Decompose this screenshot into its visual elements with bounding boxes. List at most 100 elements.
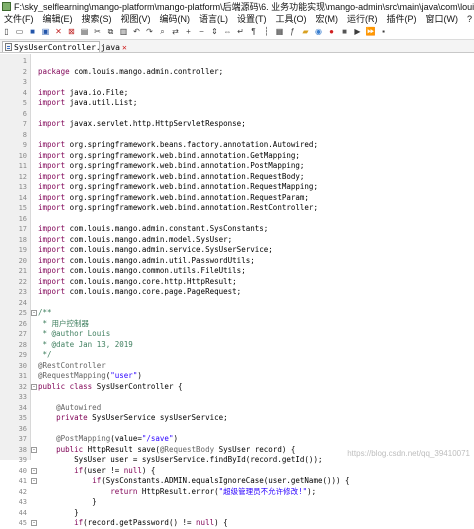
menu-item-3[interactable]: 视图(V) [117, 12, 156, 25]
find-icon[interactable]: ⌕ [157, 27, 168, 38]
code-line[interactable]: 24 [0, 298, 474, 309]
code-token: if [92, 476, 102, 485]
replace-icon[interactable]: ⇄ [170, 27, 181, 38]
menu-item-8[interactable]: 宏(M) [312, 12, 344, 25]
show-all-icon[interactable]: ¶ [248, 27, 259, 38]
file-icon [5, 43, 12, 51]
fold-toggle-icon[interactable]: - [31, 520, 37, 526]
code-line[interactable]: 36 [0, 424, 474, 435]
code-line[interactable]: 26 * 用户控制器 [0, 319, 474, 330]
copy-icon[interactable]: ⧉ [105, 27, 116, 38]
code-line[interactable]: 25-/** [0, 308, 474, 319]
sync-v-icon[interactable]: ⇕ [209, 27, 220, 38]
code-line[interactable]: 19 import com.louis.mango.admin.service.S… [0, 245, 474, 256]
record-icon[interactable]: ● [326, 27, 337, 38]
play-multi-icon[interactable]: ⏩ [365, 27, 376, 38]
close-all-icon[interactable]: ⊠ [66, 27, 77, 38]
tab-sysusercontroller[interactable]: SysUserController.java ✕ [2, 41, 127, 52]
zoom-in-icon[interactable]: + [183, 27, 194, 38]
fold-toggle-icon[interactable]: - [31, 467, 37, 474]
code-line[interactable]: 9 import org.springframework.beans.factor… [0, 140, 474, 151]
code-line[interactable]: 31 @RequestMapping("user") [0, 371, 474, 382]
code-line[interactable]: 42 return HttpResult.error("超级管理员不允许修改!"… [0, 487, 474, 498]
code-line[interactable]: 37 @PostMapping(value="/save") [0, 434, 474, 445]
fold-toggle-icon[interactable]: - [31, 478, 37, 484]
zoom-out-icon[interactable]: − [196, 27, 207, 38]
fold-toggle-icon[interactable]: - [31, 383, 37, 390]
code-line[interactable]: 17 import com.louis.mango.admin.constant.… [0, 224, 474, 235]
code-line[interactable]: 4 import java.io.File; [0, 88, 474, 99]
menu-item-5[interactable]: 语言(L) [195, 12, 233, 25]
code-line[interactable]: 43 } [0, 497, 474, 508]
menu-item-0[interactable]: 文件(F) [0, 12, 39, 25]
code-line[interactable]: 33 [0, 392, 474, 403]
code-line[interactable]: 28 * @date Jan 13, 2019 [0, 340, 474, 351]
fold-toggle-icon[interactable]: - [31, 446, 37, 453]
code-line[interactable]: 40- if(user != null) { [0, 466, 474, 477]
code-line[interactable]: 35 private SysUserService sysUserService… [0, 413, 474, 424]
close-icon[interactable]: ✕ [53, 27, 64, 38]
code-line[interactable]: 29 */ [0, 350, 474, 361]
function-list-icon[interactable]: ƒ [287, 27, 298, 38]
code-line[interactable]: 13 import org.springframework.web.bind.an… [0, 182, 474, 193]
code-line[interactable]: 7 import javax.servlet.http.HttpServletRe… [0, 119, 474, 130]
tab-close-icon[interactable]: ✕ [122, 43, 127, 52]
menu-item-10[interactable]: 插件(P) [383, 12, 422, 25]
code-line[interactable]: 22 import com.louis.mango.core.http.HttpR… [0, 277, 474, 288]
menu-item-7[interactable]: 工具(O) [272, 12, 312, 25]
menu-item-12[interactable]: ? [463, 14, 474, 24]
menu-item-6[interactable]: 设置(T) [233, 12, 272, 25]
code-line[interactable]: 3 [0, 77, 474, 88]
code-line[interactable]: 44 } [0, 508, 474, 519]
line-number: 9 [22, 141, 27, 149]
menu-item-9[interactable]: 运行(R) [343, 12, 383, 25]
menu-item-11[interactable]: 窗口(W) [422, 12, 464, 25]
code-line[interactable]: 18 import com.louis.mango.admin.model.Sys… [0, 235, 474, 246]
code-line[interactable]: 23 import com.louis.mango.core.page.PageR… [0, 287, 474, 298]
code-line[interactable]: 15 import org.springframework.web.bind.an… [0, 203, 474, 214]
play-icon[interactable]: ▶ [352, 27, 363, 38]
code-line[interactable]: 12 import org.springframework.web.bind.an… [0, 172, 474, 183]
undo-icon[interactable]: ↶ [131, 27, 142, 38]
code-line[interactable]: 27 * @author Louis [0, 329, 474, 340]
code-line[interactable]: 32- public class SysUserController { [0, 382, 474, 393]
monitor-icon[interactable]: ◉ [313, 27, 324, 38]
code-line[interactable]: 16 [0, 214, 474, 225]
indent-guide-icon[interactable]: ┆ [261, 27, 272, 38]
code-line[interactable]: 45- if(record.getPassword() != null) { [0, 518, 474, 529]
code-line[interactable]: 8 [0, 130, 474, 141]
paste-icon[interactable]: ▥ [118, 27, 129, 38]
menu-item-4[interactable]: 编码(N) [156, 12, 196, 25]
save-icon[interactable]: ■ [27, 27, 38, 38]
save-all-icon[interactable]: ▣ [40, 27, 51, 38]
code-line[interactable]: 14 import org.springframework.web.bind.an… [0, 193, 474, 204]
code-line[interactable]: 21 import com.louis.mango.common.utils.Fi… [0, 266, 474, 277]
print-icon[interactable]: ▤ [79, 27, 90, 38]
code-line[interactable]: 30 @RestController [0, 361, 474, 372]
code-line[interactable]: 10 import org.springframework.web.bind.an… [0, 151, 474, 162]
code-line[interactable]: 1 [0, 56, 474, 67]
fold-toggle-icon[interactable]: - [31, 310, 37, 316]
open-file-icon[interactable]: ▭ [14, 27, 25, 38]
doc-map-icon[interactable]: ▦ [274, 27, 285, 38]
save-macro-icon[interactable]: ▪ [378, 27, 389, 38]
code-token: ) [173, 434, 178, 443]
code-line[interactable]: 41- if(SysConstants.ADMIN.equalsIgnoreCa… [0, 476, 474, 487]
redo-icon[interactable]: ↷ [144, 27, 155, 38]
code-line[interactable]: 2 package com.louis.mango.admin.controlle… [0, 67, 474, 78]
code-line[interactable]: 11 import org.springframework.web.bind.an… [0, 161, 474, 172]
menu-item-2[interactable]: 搜索(S) [78, 12, 117, 25]
code-line[interactable]: 6 [0, 109, 474, 120]
code-line[interactable]: 5 import java.util.List; [0, 98, 474, 109]
code-editor[interactable]: 1 2 package com.louis.mango.admin.controll… [0, 54, 474, 527]
menu-item-1[interactable]: 编辑(E) [39, 12, 78, 25]
code-line[interactable]: 20 import com.louis.mango.admin.util.Pass… [0, 256, 474, 267]
new-file-icon[interactable]: ▯ [1, 27, 12, 38]
sync-h-icon[interactable]: ⇔ [222, 27, 233, 38]
stop-icon[interactable]: ■ [339, 27, 350, 38]
code-line[interactable]: 34 @Autowired [0, 403, 474, 414]
wrap-icon[interactable]: ↵ [235, 27, 246, 38]
cut-icon[interactable]: ✂ [92, 27, 103, 38]
folder-icon[interactable]: ▰ [300, 27, 311, 38]
